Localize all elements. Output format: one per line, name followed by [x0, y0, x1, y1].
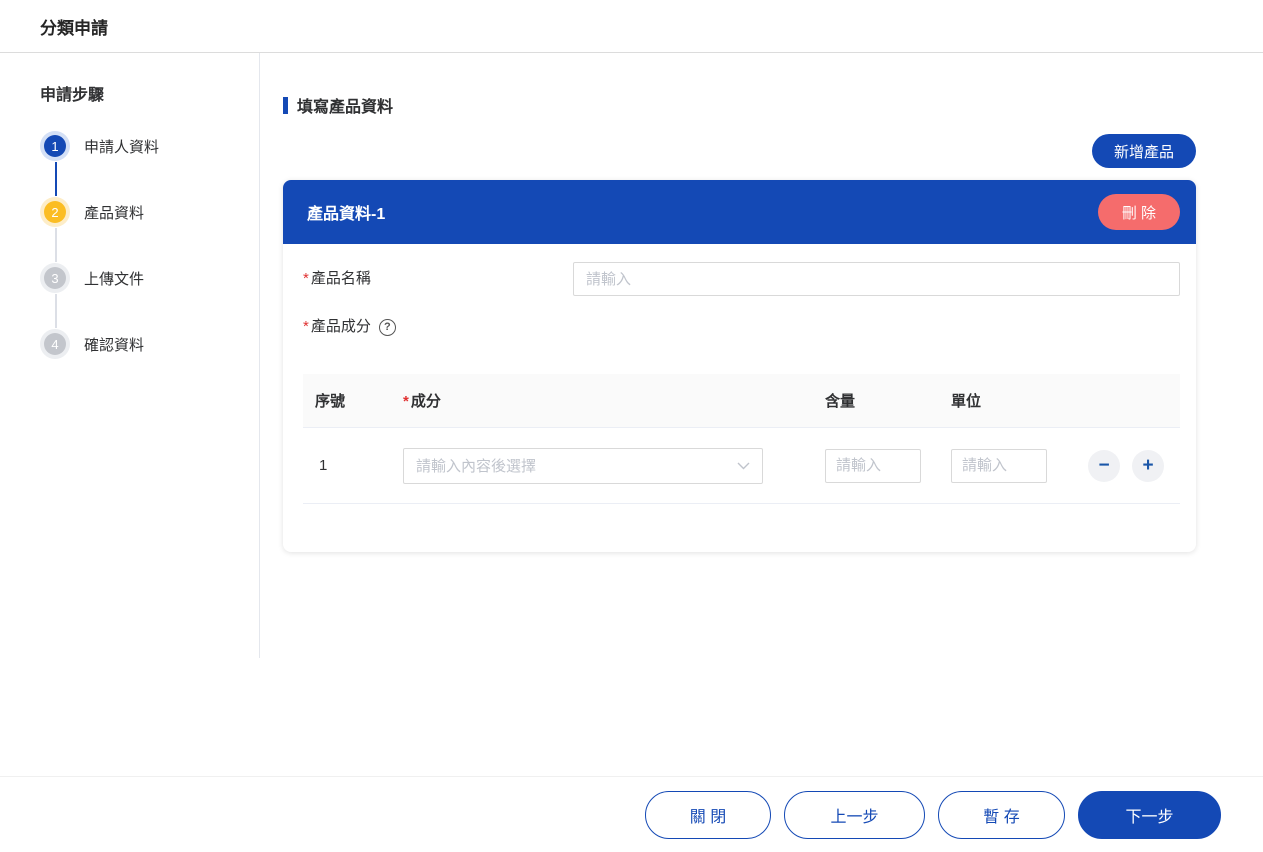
step-4-badge: 4 — [44, 333, 66, 355]
content-area: 申請步驟 1 申請人資料 2 產品資料 3 上傳文件 4 確認資料 — [0, 53, 1263, 658]
footer-action-bar: 關 閉 上一步 暫 存 下一步 — [0, 776, 1263, 852]
previous-step-button[interactable]: 上一步 — [784, 791, 925, 839]
ingredients-label: *產品成分 — [303, 318, 371, 336]
unit-input[interactable] — [951, 449, 1047, 483]
step-connector — [55, 294, 57, 328]
ingredient-select[interactable]: 請輸入內容後選擇 — [403, 448, 763, 484]
add-ingredient-button[interactable]: + — [1132, 450, 1164, 482]
amount-input[interactable] — [825, 449, 921, 483]
step-product-info[interactable]: 2 產品資料 — [40, 201, 259, 223]
ingredients-label-row: *產品成分 ? — [303, 318, 1180, 336]
product-card-body: *產品名稱 *產品成分 ? 序號 *成分 含量 單位 — [283, 244, 1196, 552]
product-card-header: 產品資料-1 刪 除 — [283, 180, 1196, 244]
ingredient-row-index: 1 — [303, 457, 393, 474]
column-header-ingredient: *成分 — [393, 390, 813, 411]
save-draft-button[interactable]: 暫 存 — [938, 791, 1065, 839]
step-applicant-info[interactable]: 1 申請人資料 — [40, 135, 259, 157]
step-1-label: 申請人資料 — [84, 136, 159, 157]
required-mark: * — [303, 270, 309, 287]
step-2-label: 產品資料 — [84, 202, 144, 223]
column-header-index: 序號 — [303, 390, 393, 411]
step-1-badge: 1 — [44, 135, 66, 157]
column-header-unit: 單位 — [941, 390, 1067, 411]
ingredients-table-header: 序號 *成分 含量 單位 — [303, 374, 1180, 428]
add-product-row: 新增產品 — [283, 134, 1196, 168]
section-title: 填寫產品資料 — [297, 93, 393, 117]
step-3-label: 上傳文件 — [84, 268, 144, 289]
next-step-button[interactable]: 下一步 — [1078, 791, 1221, 839]
classification-application-page: 分類申請 申請步驟 1 申請人資料 2 產品資料 3 上傳文件 4 確認資料 — [0, 0, 1263, 852]
step-confirm-info[interactable]: 4 確認資料 — [40, 333, 259, 355]
page-header: 分類申請 — [0, 0, 1263, 53]
amount-cell — [813, 449, 941, 483]
product-card-title: 產品資料-1 — [307, 200, 385, 224]
page-title: 分類申請 — [40, 14, 108, 39]
column-header-amount: 含量 — [813, 390, 941, 411]
product-card: 產品資料-1 刪 除 *產品名稱 *產品成分 ? 序號 — [283, 180, 1196, 552]
remove-ingredient-button[interactable]: − — [1088, 450, 1120, 482]
product-name-label: *產品名稱 — [303, 262, 573, 296]
step-3-badge: 3 — [44, 267, 66, 289]
required-mark: * — [403, 393, 409, 410]
row-actions-cell: − + — [1067, 450, 1180, 482]
unit-cell — [941, 449, 1067, 483]
steps-sidebar-title: 申請步驟 — [40, 81, 259, 105]
main-panel: 填寫產品資料 新增產品 產品資料-1 刪 除 *產品名稱 *產品成分 — [260, 53, 1263, 658]
step-4-label: 確認資料 — [84, 334, 144, 355]
delete-product-button[interactable]: 刪 除 — [1098, 194, 1180, 230]
add-product-button[interactable]: 新增產品 — [1092, 134, 1196, 168]
chevron-down-icon — [737, 462, 750, 470]
ingredient-select-placeholder: 請輸入內容後選擇 — [416, 455, 536, 476]
steps-sidebar: 申請步驟 1 申請人資料 2 產品資料 3 上傳文件 4 確認資料 — [0, 53, 260, 658]
section-title-row: 填寫產品資料 — [283, 93, 1196, 117]
ingredient-row: 1 請輸入內容後選擇 — [303, 428, 1180, 504]
step-2-badge: 2 — [44, 201, 66, 223]
close-button[interactable]: 關 閉 — [645, 791, 771, 839]
step-upload-files[interactable]: 3 上傳文件 — [40, 267, 259, 289]
product-name-input[interactable] — [573, 262, 1180, 296]
ingredients-table: 序號 *成分 含量 單位 1 請輸入內容後選擇 — [303, 374, 1180, 504]
step-connector — [55, 162, 57, 196]
product-name-field-row: *產品名稱 — [303, 262, 1180, 296]
section-title-accent-bar — [283, 97, 288, 114]
help-icon[interactable]: ? — [379, 319, 396, 336]
required-mark: * — [303, 318, 309, 335]
ingredient-select-cell: 請輸入內容後選擇 — [393, 448, 813, 484]
step-connector — [55, 228, 57, 262]
